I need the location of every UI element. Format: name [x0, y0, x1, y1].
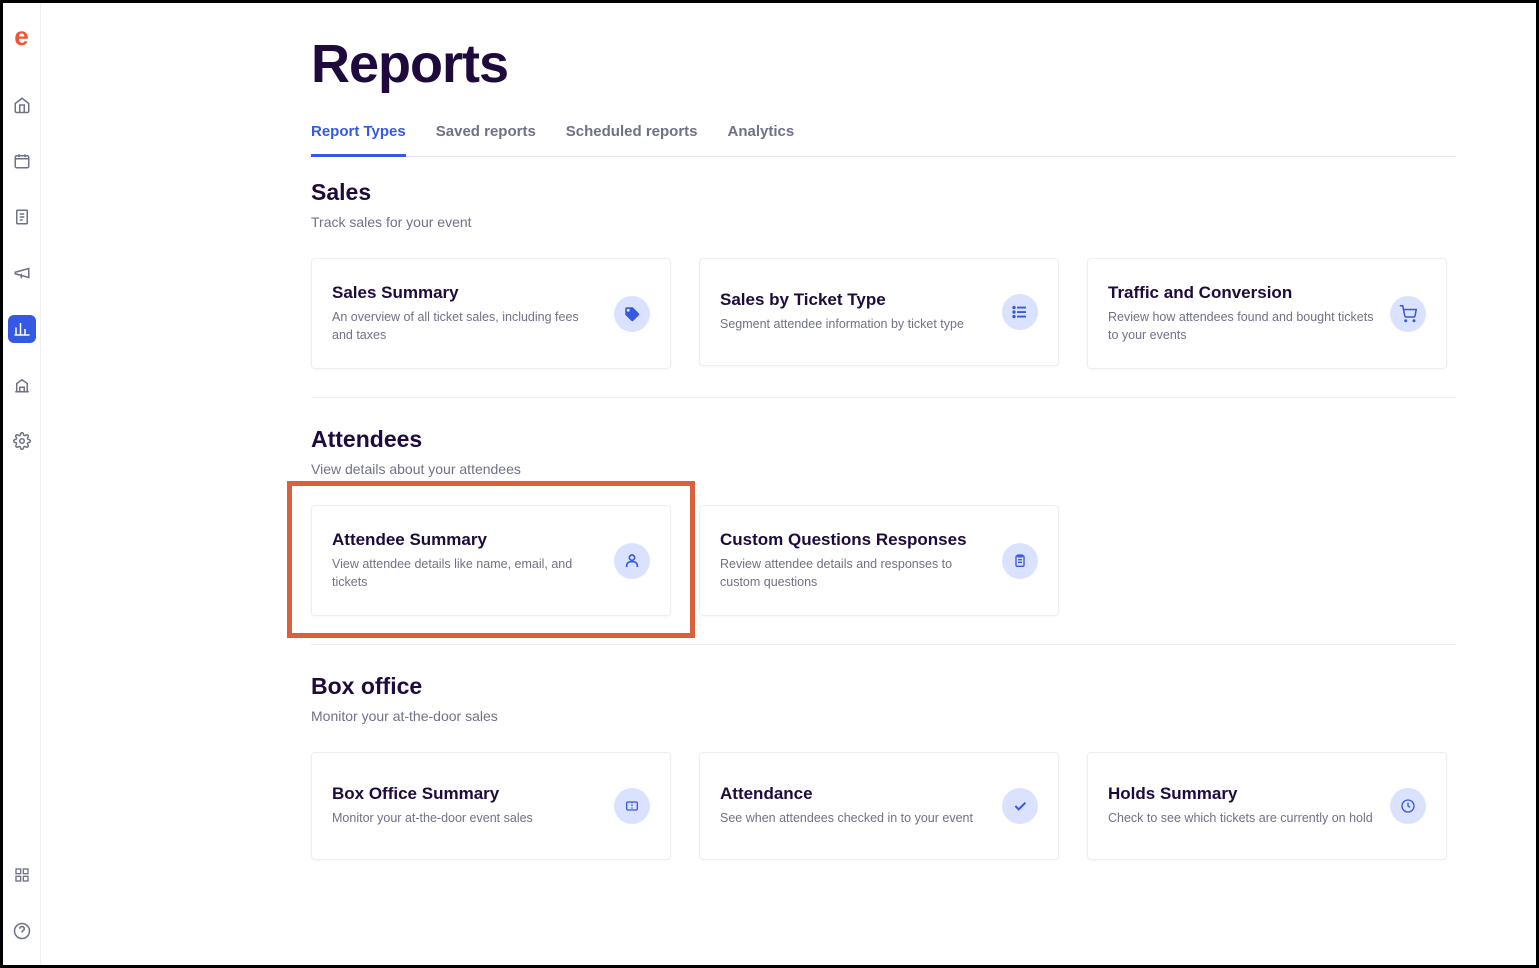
list-icon — [1002, 294, 1038, 330]
card-sales-by-ticket-type[interactable]: Sales by Ticket Type Segment attendee in… — [699, 258, 1059, 366]
card-desc: See when attendees checked in to your ev… — [720, 810, 986, 828]
card-box-office-summary[interactable]: Box Office Summary Monitor your at-the-d… — [311, 752, 671, 860]
card-desc: An overview of all ticket sales, includi… — [332, 309, 598, 344]
card-desc: Review how attendees found and bought ti… — [1108, 309, 1374, 344]
card-desc: View attendee details like name, email, … — [332, 556, 598, 591]
card-attendee-summary[interactable]: Attendee Summary View attendee details l… — [311, 505, 671, 616]
page-title: Reports — [311, 33, 1456, 95]
card-attendance[interactable]: Attendance See when attendees checked in… — [699, 752, 1059, 860]
nav-calendar-icon[interactable] — [8, 147, 36, 175]
card-sales-summary[interactable]: Sales Summary An overview of all ticket … — [311, 258, 671, 369]
tab-bar: Report Types Saved reports Scheduled rep… — [311, 123, 1456, 157]
main-content: Reports Report Types Saved reports Sched… — [311, 33, 1456, 916]
nav-settings-icon[interactable] — [8, 427, 36, 455]
nav-marketing-icon[interactable] — [8, 259, 36, 287]
section-sales: Sales Track sales for your event Sales S… — [311, 179, 1456, 398]
nav-reports-icon[interactable] — [8, 315, 36, 343]
nav-orders-icon[interactable] — [8, 203, 36, 231]
clock-icon — [1390, 788, 1426, 824]
nav-help-icon[interactable] — [8, 917, 36, 945]
card-custom-questions[interactable]: Custom Questions Responses Review attend… — [699, 505, 1059, 616]
section-boxoffice: Box office Monitor your at-the-door sale… — [311, 673, 1456, 888]
ticket-icon — [614, 788, 650, 824]
card-traffic-conversion[interactable]: Traffic and Conversion Review how attend… — [1087, 258, 1447, 369]
nav-finance-icon[interactable] — [8, 371, 36, 399]
tab-report-types[interactable]: Report Types — [311, 123, 406, 157]
section-boxoffice-title: Box office — [311, 673, 1456, 700]
card-title: Custom Questions Responses — [720, 530, 986, 550]
section-boxoffice-subtitle: Monitor your at-the-door sales — [311, 708, 1456, 724]
section-attendees-title: Attendees — [311, 426, 1456, 453]
clipboard-icon — [1002, 543, 1038, 579]
card-desc: Monitor your at-the-door event sales — [332, 810, 598, 828]
cart-icon — [1390, 296, 1426, 332]
card-desc: Segment attendee information by ticket t… — [720, 316, 986, 334]
nav-apps-icon[interactable] — [8, 861, 36, 889]
card-title: Box Office Summary — [332, 784, 598, 804]
card-holds-summary[interactable]: Holds Summary Check to see which tickets… — [1087, 752, 1447, 860]
tab-scheduled-reports[interactable]: Scheduled reports — [566, 123, 698, 156]
section-sales-subtitle: Track sales for your event — [311, 214, 1456, 230]
card-title: Sales by Ticket Type — [720, 290, 986, 310]
card-title: Traffic and Conversion — [1108, 283, 1374, 303]
card-title: Attendance — [720, 784, 986, 804]
tab-analytics[interactable]: Analytics — [728, 123, 795, 156]
tag-icon — [614, 296, 650, 332]
brand-logo[interactable]: e — [14, 23, 28, 49]
card-title: Attendee Summary — [332, 530, 598, 550]
section-attendees-subtitle: View details about your attendees — [311, 461, 1456, 477]
tab-saved-reports[interactable]: Saved reports — [436, 123, 536, 156]
sidebar: e — [3, 3, 41, 965]
card-desc: Review attendee details and responses to… — [720, 556, 986, 591]
person-icon — [614, 543, 650, 579]
nav-home-icon[interactable] — [8, 91, 36, 119]
card-title: Sales Summary — [332, 283, 598, 303]
card-title: Holds Summary — [1108, 784, 1374, 804]
check-icon — [1002, 788, 1038, 824]
card-desc: Check to see which tickets are currently… — [1108, 810, 1374, 828]
section-sales-title: Sales — [311, 179, 1456, 206]
section-attendees: Attendees View details about your attend… — [311, 426, 1456, 645]
